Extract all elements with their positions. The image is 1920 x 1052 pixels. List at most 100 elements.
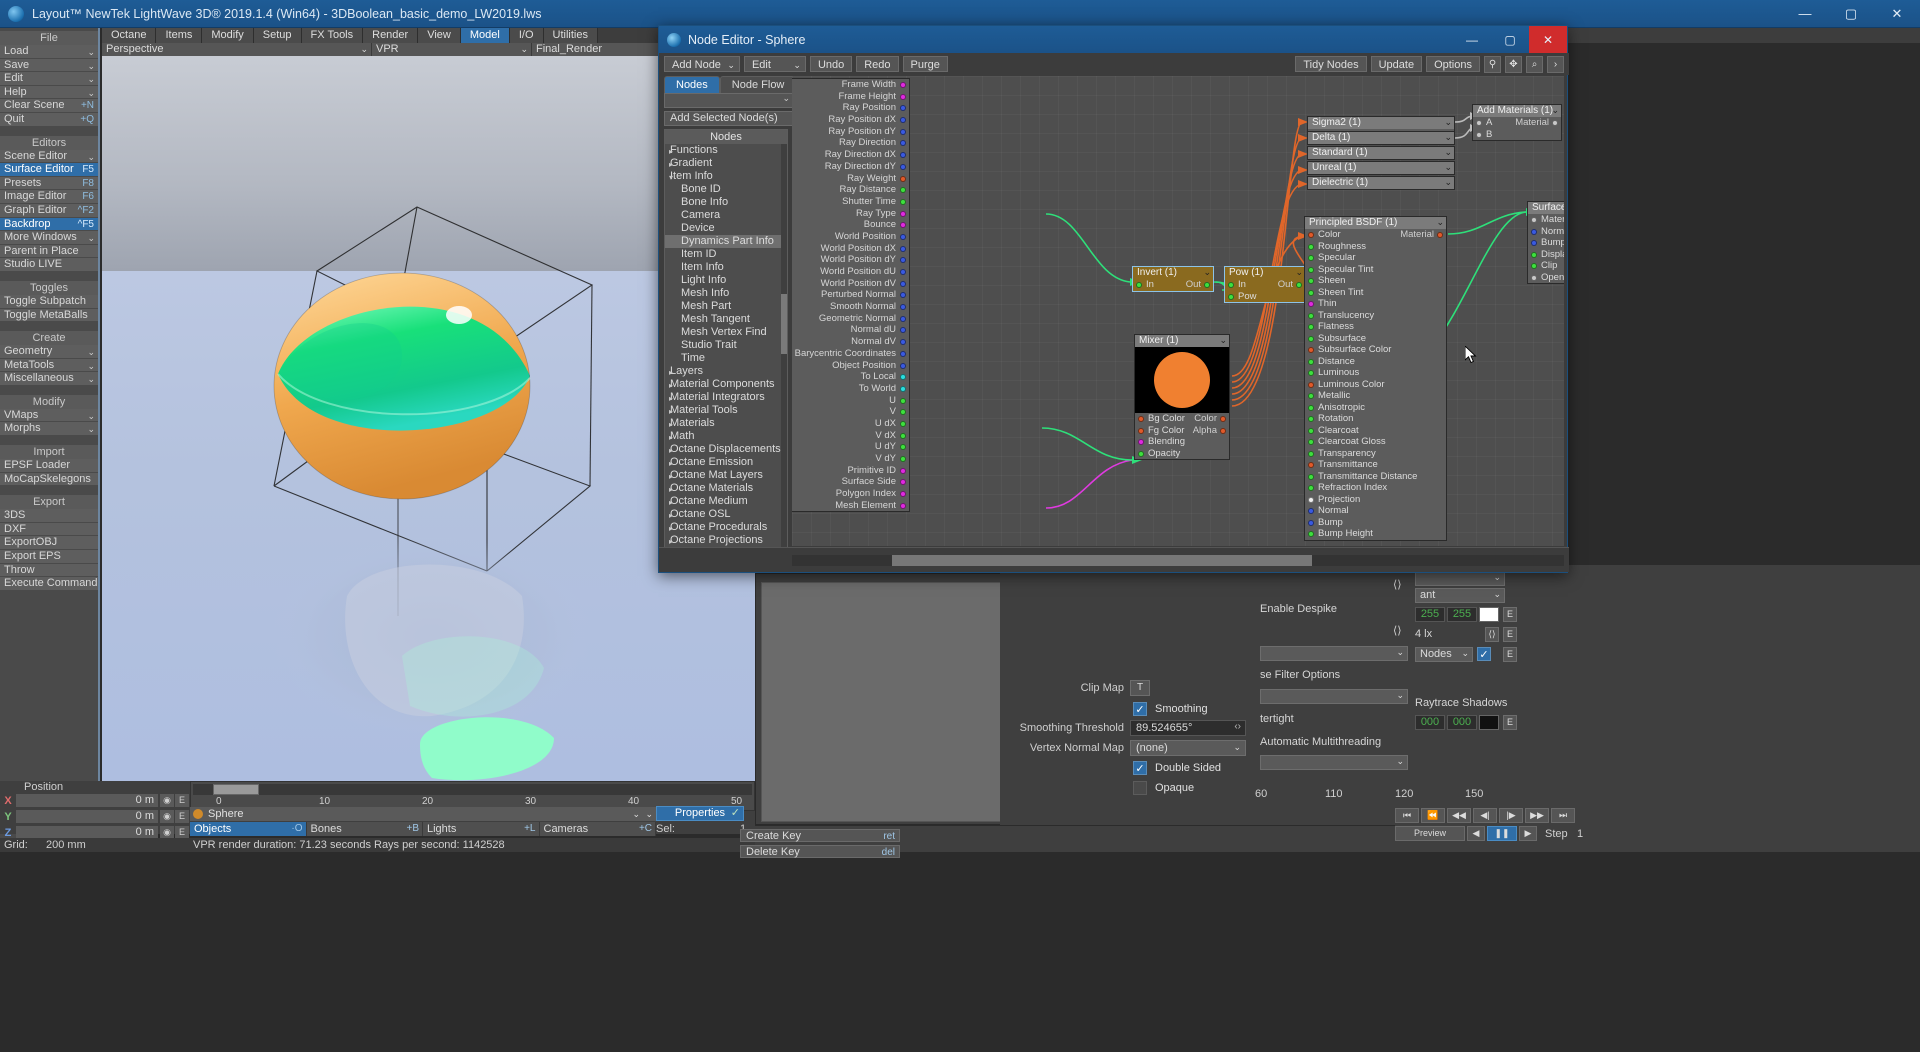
- color-swatch-white[interactable]: [1479, 607, 1499, 622]
- sidebar-item-export-eps[interactable]: Export EPS: [0, 550, 98, 564]
- graph-port-color[interactable]: Color Material: [1305, 229, 1446, 241]
- canvas-scroll-thumb[interactable]: [892, 555, 1312, 566]
- input-port-to-world[interactable]: To World: [792, 383, 909, 395]
- sidebar-item-metatools[interactable]: MetaTools ⌄: [0, 358, 98, 373]
- port-dot-icon[interactable]: [900, 420, 906, 427]
- link-icon-1[interactable]: ⟨⟩: [1393, 578, 1405, 591]
- viewport-rendermode-dropdown[interactable]: VPR ⌄: [372, 43, 532, 56]
- node-list-item-gradient[interactable]: ▸ Gradient: [665, 157, 781, 170]
- sidebar-item-save[interactable]: Save ⌄: [0, 58, 98, 73]
- chevron-down-icon[interactable]: ⌄: [1444, 146, 1452, 158]
- input-port-ray-direction[interactable]: Ray Direction: [792, 137, 909, 149]
- port-dot-icon[interactable]: [900, 385, 906, 392]
- port-dot-icon[interactable]: [900, 467, 906, 474]
- port-dot-icon[interactable]: [1308, 255, 1314, 261]
- sidebar-item-vmaps[interactable]: VMaps ⌄: [0, 408, 98, 423]
- port-dot-output-icon[interactable]: [1296, 282, 1302, 288]
- node-editor-close-button[interactable]: ✕: [1529, 26, 1567, 53]
- port-dot-icon[interactable]: [1138, 450, 1144, 457]
- graph-port-b[interactable]: B: [1473, 129, 1561, 141]
- port-dot-icon[interactable]: [900, 140, 906, 147]
- port-dot-icon[interactable]: [900, 280, 906, 287]
- menu-tab-render[interactable]: Render: [363, 28, 419, 43]
- port-dot-icon[interactable]: [1531, 274, 1537, 281]
- port-dot-icon[interactable]: [1138, 439, 1144, 445]
- graph-port-sheen[interactable]: Sheen: [1305, 275, 1446, 287]
- sidebar-item-execute-command[interactable]: Execute Command: [0, 577, 98, 591]
- graph-port-displacement[interactable]: Displacement: [1528, 249, 1564, 261]
- graph-node-standard[interactable]: Standard (1) ⌄: [1307, 146, 1455, 160]
- port-dot-icon[interactable]: [1138, 427, 1144, 434]
- port-dot-output-icon[interactable]: [1220, 416, 1226, 422]
- port-dot-icon[interactable]: [1308, 312, 1314, 319]
- port-dot-output-icon[interactable]: [1220, 427, 1226, 434]
- node-list-item-mesh-info[interactable]: Mesh Info: [665, 287, 781, 300]
- sidebar-item-dxf[interactable]: DXF: [0, 522, 98, 537]
- port-dot-icon[interactable]: [1308, 439, 1314, 445]
- input-port-world-position-dv[interactable]: World Position dV: [792, 278, 909, 290]
- port-dot-icon[interactable]: [900, 339, 906, 346]
- redo-button[interactable]: Redo: [856, 56, 899, 72]
- graph-port-specular-tint[interactable]: Specular Tint: [1305, 264, 1446, 276]
- port-dot-icon[interactable]: [1308, 266, 1314, 273]
- sidebar-item-backdrop[interactable]: Backdrop ^F5: [0, 217, 98, 232]
- node-list-item-mesh-vertex-find[interactable]: Mesh Vertex Find: [665, 326, 781, 339]
- node-graph-canvas[interactable]: X:31 Y:138 Zoom:91%: [792, 76, 1564, 546]
- input-port-world-position-du[interactable]: World Position dU: [792, 266, 909, 278]
- graph-port-transmittance-distance[interactable]: Transmittance Distance: [1305, 471, 1446, 483]
- port-dot-icon[interactable]: [900, 163, 906, 170]
- port-dot-icon[interactable]: [1308, 301, 1314, 307]
- port-dot-icon[interactable]: [1308, 335, 1314, 342]
- axis-lock-icon[interactable]: ◉: [160, 810, 174, 823]
- sidebar-item-miscellaneous[interactable]: Miscellaneous ⌄: [0, 372, 98, 386]
- delete-key-button[interactable]: Delete Key del: [740, 845, 900, 858]
- graph-port-clearcoat[interactable]: Clearcoat: [1305, 425, 1446, 437]
- menu-tab-modify[interactable]: Modify: [202, 28, 254, 43]
- graph-port-roughness[interactable]: Roughness: [1305, 241, 1446, 253]
- input-port-ray-position-dx[interactable]: Ray Position dX: [792, 114, 909, 126]
- input-port-perturbed-normal[interactable]: Perturbed Normal: [792, 289, 909, 301]
- port-dot-icon[interactable]: [900, 82, 906, 88]
- port-dot-icon[interactable]: [1308, 243, 1314, 250]
- graph-port-flatness[interactable]: Flatness: [1305, 321, 1446, 333]
- node-list-scrollbar[interactable]: [781, 144, 787, 568]
- input-port-to-local[interactable]: To Local: [792, 371, 909, 383]
- node-input[interactable]: Frame Width Frame Height Ray Position Ray P…: [792, 78, 910, 513]
- tidy-nodes-button[interactable]: Tidy Nodes: [1295, 56, 1367, 72]
- graph-port-subsurface[interactable]: Subsurface: [1305, 333, 1446, 345]
- timeline-track[interactable]: [193, 784, 752, 795]
- chevron-down-icon[interactable]: ⌄: [1219, 334, 1227, 346]
- graph-port-specular[interactable]: Specular: [1305, 252, 1446, 264]
- input-port-normal-du[interactable]: Normal dU: [792, 324, 909, 336]
- sidebar-item-surface-editor[interactable]: Surface Editor F5: [0, 163, 98, 177]
- sidebar-item-toggle-metaballs[interactable]: Toggle MetaBalls: [0, 308, 98, 323]
- input-port-u-dy[interactable]: U dY: [792, 441, 909, 453]
- node-list-item-octane-emission[interactable]: ▸ Octane Emission: [665, 456, 781, 469]
- sidebar-item-clear-scene[interactable]: Clear Scene +N: [0, 99, 98, 113]
- graph-node-title[interactable]: Mixer (1) ⌄: [1135, 335, 1229, 347]
- input-port-ray-position[interactable]: Ray Position: [792, 102, 909, 114]
- input-port-polygon-index[interactable]: Polygon Index: [792, 488, 909, 500]
- preview-dropdown[interactable]: Preview: [1395, 826, 1465, 841]
- port-dot-icon[interactable]: [900, 245, 906, 252]
- port-dot-icon[interactable]: [900, 397, 906, 404]
- node-list-item-mesh-tangent[interactable]: Mesh Tangent: [665, 313, 781, 326]
- node-editor-tab-node-flow[interactable]: Node Flow: [719, 76, 797, 93]
- port-dot-icon[interactable]: [1308, 347, 1314, 353]
- port-dot-output-icon[interactable]: [1552, 120, 1558, 126]
- input-port-ray-type[interactable]: Ray Type: [792, 208, 909, 220]
- sidebar-item-exportobj[interactable]: ExportOBJ: [0, 536, 98, 551]
- graph-port-blending[interactable]: Blending: [1135, 436, 1229, 448]
- graph-node-title[interactable]: Principled BSDF (1) ⌄: [1305, 217, 1446, 229]
- graph-node-dielectric[interactable]: Dielectric (1) ⌄: [1307, 176, 1455, 190]
- prev-frame-button[interactable]: ◀: [1467, 826, 1485, 841]
- graph-port-opacity[interactable]: Opacity: [1135, 448, 1229, 460]
- port-dot-icon[interactable]: [900, 187, 906, 194]
- graph-node-title[interactable]: Standard (1) ⌄: [1308, 147, 1454, 159]
- edit-dropdown[interactable]: Edit ⌄: [743, 56, 806, 72]
- graph-port-luminous-color[interactable]: Luminous Color: [1305, 379, 1446, 391]
- port-dot-icon[interactable]: [1138, 416, 1144, 422]
- value-255-b[interactable]: 255: [1447, 607, 1477, 622]
- node-list-scroll-thumb[interactable]: [781, 294, 787, 354]
- object-tab-objects[interactable]: Objects ·O: [190, 822, 307, 836]
